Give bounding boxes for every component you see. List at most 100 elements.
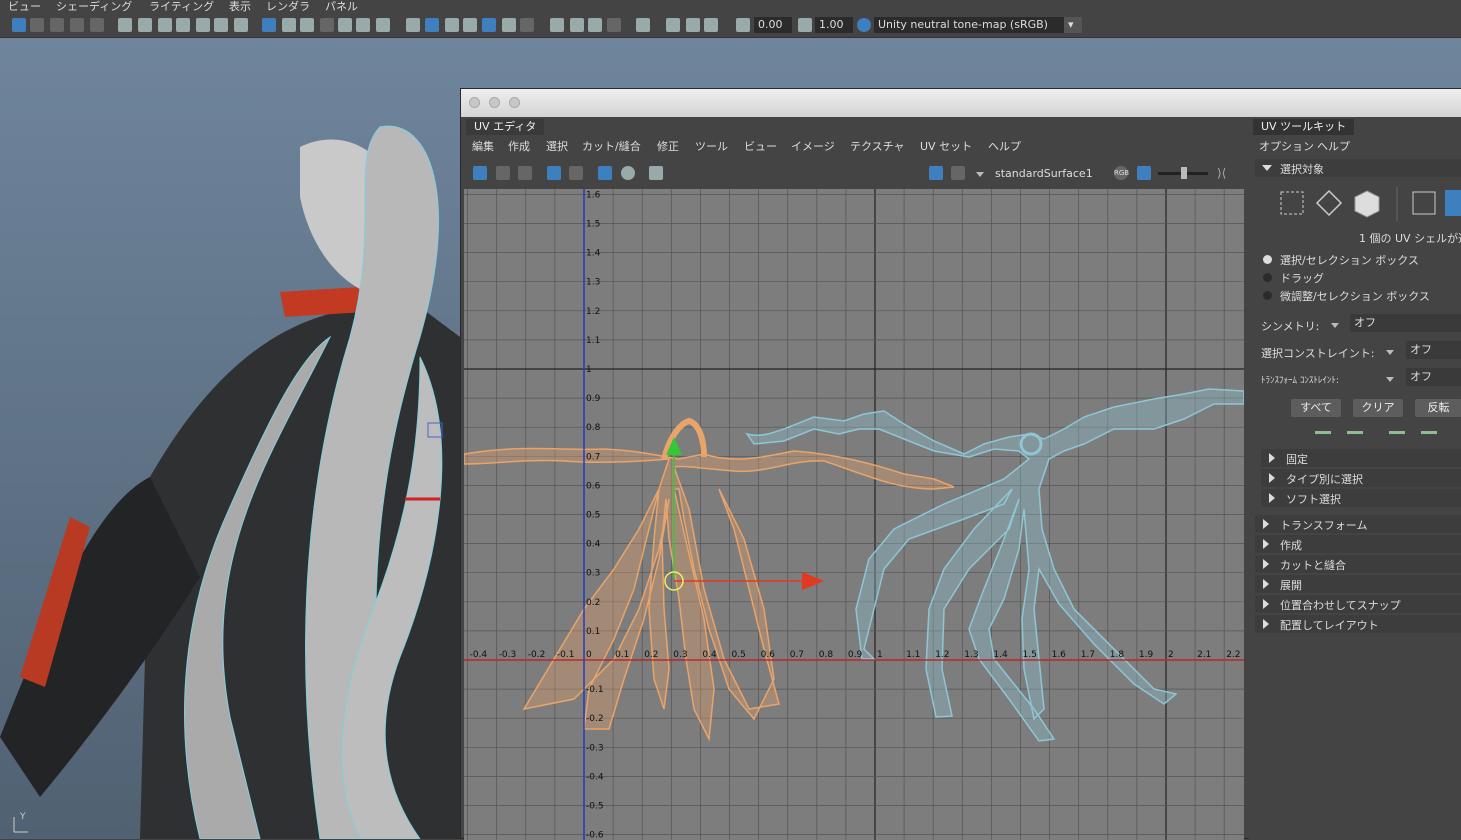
uv-canvas[interactable]: -0.4 -0.3 -0.2 -0.1 0 0.1 0.2 0.3 0.4 0.5 0.6 0.7 0.…	[464, 189, 1244, 840]
cube-wire-icon[interactable]	[406, 18, 420, 32]
checker-icon[interactable]	[598, 166, 612, 180]
menu-edit[interactable]: 編集	[472, 138, 494, 154]
tab-uv-editor[interactable]: UV エディタ	[466, 119, 545, 135]
film-gate-icon[interactable]	[118, 18, 132, 32]
uv-grid-svg[interactable]: -0.4 -0.3 -0.2 -0.1 0 0.1 0.2 0.3 0.4 0.5 0.6 0.7 0.…	[464, 189, 1244, 840]
grow-selection-icon[interactable]	[1315, 431, 1331, 434]
field-chart-icon[interactable]	[176, 18, 190, 32]
gamma-field[interactable]: 1.00	[815, 17, 853, 33]
shell-mode-icon[interactable]	[1354, 190, 1380, 218]
wireframe-icon[interactable]	[300, 18, 314, 32]
uv-component-icon[interactable]	[496, 166, 510, 180]
resolution-gate-icon[interactable]	[138, 18, 152, 32]
rgb-channel-icon[interactable]: RGB	[1114, 166, 1129, 180]
color-management-icon[interactable]	[857, 18, 871, 32]
menu-help[interactable]: ヘルプ	[1317, 138, 1350, 154]
bookmark-icon[interactable]	[70, 18, 84, 32]
menu-view[interactable]: ビュー	[8, 0, 41, 13]
snapshot-icon[interactable]	[649, 166, 663, 180]
radio-select-box[interactable]	[1263, 255, 1272, 264]
section-cut-sew[interactable]: カットと縫合	[1255, 555, 1461, 573]
vertex-mode-icon[interactable]	[1280, 191, 1304, 215]
hud-icon[interactable]	[282, 18, 296, 32]
light-icon[interactable]	[502, 18, 516, 32]
menu-modify[interactable]: 修正	[657, 138, 679, 154]
uv-layout-icon[interactable]	[518, 166, 532, 180]
window-titlebar[interactable]	[461, 89, 1461, 117]
uv-shell-selected[interactable]	[464, 447, 955, 742]
select-shortest-path-icon[interactable]	[1421, 431, 1437, 434]
smooth-shade-icon[interactable]	[320, 18, 334, 32]
selection-constraint-field[interactable]: オフ	[1406, 341, 1461, 359]
menu-image[interactable]: イメージ	[791, 138, 835, 154]
section-transform[interactable]: トランスフォーム	[1255, 515, 1461, 533]
menu-tools[interactable]: ツール	[695, 138, 728, 154]
xray-icon[interactable]	[482, 18, 496, 32]
menu-textures[interactable]: テクスチャ	[850, 138, 905, 154]
menu-cut-sew[interactable]: カット/縫合	[582, 138, 641, 154]
menu-create[interactable]: 作成	[508, 138, 530, 154]
chevron-down-icon[interactable]	[976, 172, 984, 177]
select-shell-icon[interactable]	[1445, 190, 1461, 216]
section-arrange-layout[interactable]: 配置してレイアウト	[1255, 615, 1461, 633]
menu-options[interactable]: オプション	[1259, 138, 1314, 154]
texture-borders-icon[interactable]	[569, 166, 583, 180]
chevron-down-icon[interactable]	[1386, 350, 1394, 355]
image-display-icon[interactable]	[929, 166, 943, 180]
menu-lighting[interactable]: ライティング	[149, 0, 214, 13]
section-unfold[interactable]: 展開	[1255, 575, 1461, 593]
material-field[interactable]: standardSurface1	[991, 165, 1103, 183]
slider-handle[interactable]	[1181, 167, 1187, 179]
lighting-icon[interactable]	[445, 18, 459, 32]
distortion-icon[interactable]	[621, 166, 635, 180]
shrink-selection-icon[interactable]	[1347, 431, 1363, 434]
default-material-icon[interactable]	[338, 18, 352, 32]
grid-icon[interactable]	[90, 18, 104, 32]
menu-help[interactable]: ヘルプ	[988, 138, 1021, 154]
camera-icon[interactable]	[30, 18, 44, 32]
text-tool-icon[interactable]	[376, 18, 390, 32]
image-toggle-icon[interactable]	[1137, 166, 1151, 180]
gate-mask-icon[interactable]	[158, 18, 172, 32]
menu-shading[interactable]: シェーディング	[56, 0, 132, 13]
menu-uv-sets[interactable]: UV セット	[920, 138, 972, 154]
uv-shell-icon[interactable]	[473, 166, 487, 180]
transform-constraint-field[interactable]: オフ	[1406, 368, 1461, 386]
isolate-select-icon[interactable]	[666, 18, 680, 32]
chevron-down-icon[interactable]	[1331, 323, 1339, 328]
grid-toggle-icon[interactable]	[262, 18, 276, 32]
clear-button[interactable]: クリア	[1353, 399, 1403, 417]
section-selection[interactable]: 選択対象	[1255, 159, 1461, 177]
safe-action-icon[interactable]	[196, 18, 210, 32]
pencil-icon[interactable]	[234, 18, 248, 32]
image-plane-icon[interactable]	[50, 18, 64, 32]
symmetry-field[interactable]: オフ	[1350, 314, 1461, 332]
two-views-icon[interactable]	[686, 18, 700, 32]
resize-icon[interactable]	[704, 18, 718, 32]
isolate-icon[interactable]	[520, 18, 534, 32]
select-border-icon[interactable]	[1389, 431, 1405, 434]
menu-show[interactable]: 表示	[229, 0, 251, 13]
close-icon[interactable]	[469, 97, 480, 108]
view-transform-select[interactable]: Unity neutral tone-map (sRGB)	[874, 17, 1064, 33]
safe-title-icon[interactable]	[214, 18, 228, 32]
uv-mode-icon[interactable]	[1315, 189, 1343, 217]
zoom-icon[interactable]	[509, 97, 520, 108]
menu-panels[interactable]: パネル	[325, 0, 358, 13]
uv-shell-other[interactable]	[745, 388, 1244, 742]
tab-uv-toolkit[interactable]: UV ツールキット	[1253, 119, 1355, 135]
subsection-pin[interactable]: 固定	[1261, 449, 1461, 467]
cube-shaded-icon[interactable]	[425, 18, 439, 32]
text-icon[interactable]	[12, 18, 26, 32]
menu-select[interactable]: 選択	[546, 138, 568, 154]
motion-blur-icon[interactable]	[570, 18, 584, 32]
ambient-occlusion-icon[interactable]	[550, 18, 564, 32]
select-camera-icon[interactable]	[636, 18, 650, 32]
anti-aliasing-icon[interactable]	[588, 18, 602, 32]
subsection-select-by-type[interactable]: タイプ別に選択	[1261, 469, 1461, 487]
depth-of-field-icon[interactable]	[607, 18, 621, 32]
exposure-field[interactable]: 0.00	[754, 17, 792, 33]
select-all-button[interactable]: すべて	[1291, 399, 1341, 417]
collapse-icon[interactable]: ⟩⟨	[1217, 166, 1226, 180]
shadows-icon[interactable]	[463, 18, 477, 32]
